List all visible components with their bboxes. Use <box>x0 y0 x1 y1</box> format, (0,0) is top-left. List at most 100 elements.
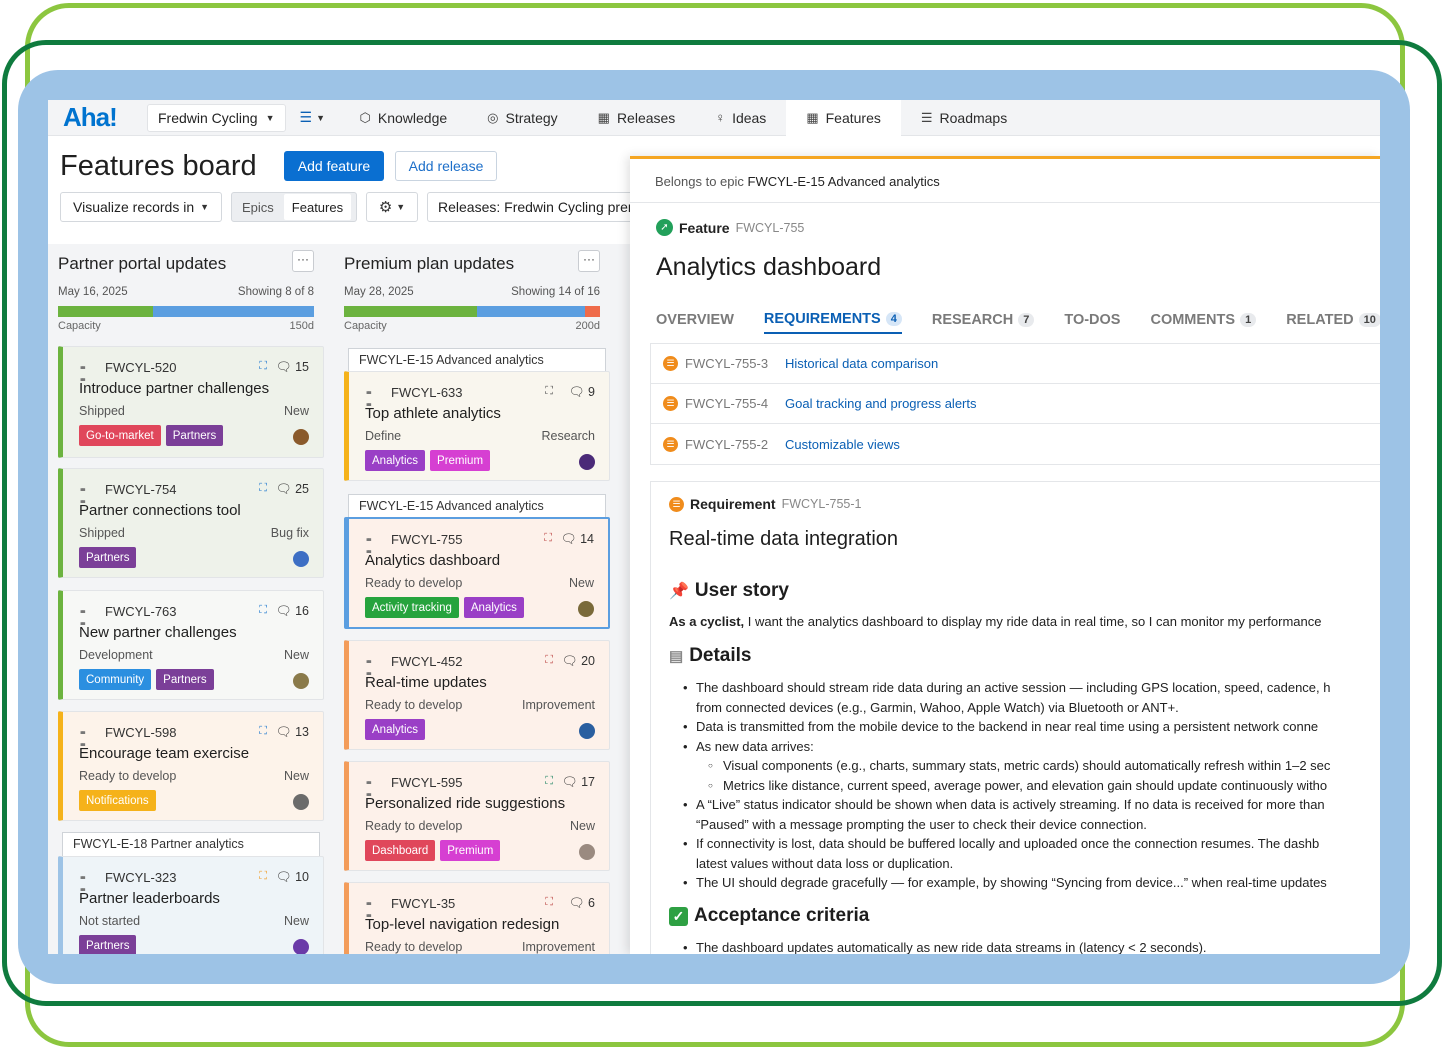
requirement-id: FWCYL-755-2 <box>685 436 769 452</box>
feature-card[interactable]: ▪▪ ▪▪ FWCYL-763 ⛶ 🗨 16 New partner challe… <box>58 590 324 700</box>
add-release-button[interactable]: Add release <box>395 151 497 181</box>
hierarchy-icon: ⛶ <box>259 725 267 737</box>
feature-name: Partner leaderboards <box>79 890 220 907</box>
requirement-row[interactable]: ☰ FWCYL-755-2 Customizable views <box>651 424 1380 464</box>
avatar[interactable] <box>579 723 595 739</box>
feature-status: Ready to develop <box>79 769 177 783</box>
nav-roadmaps[interactable]: ☰ Roadmaps <box>901 100 1027 136</box>
nav-ideas[interactable]: ♀ Ideas <box>695 100 786 136</box>
feature-type: Improvement <box>522 940 595 954</box>
tag[interactable]: Analytics <box>365 450 426 471</box>
feature-card[interactable]: ▪▪ ▪▪ FWCYL-323 ⛶ 🗨 10 Partner leaderboar… <box>58 856 324 954</box>
tag[interactable]: Activity tracking <box>365 597 459 618</box>
nav-label: Knowledge <box>377 109 448 126</box>
column-title[interactable]: Premium plan updates <box>344 254 514 274</box>
column-more-button[interactable]: ··· <box>292 250 314 272</box>
feature-status: Not started <box>79 914 141 928</box>
column-header: Partner portal updates ··· May 16, 2025 … <box>48 244 314 340</box>
nav-label: Strategy <box>505 109 558 126</box>
tag[interactable]: Community <box>79 669 152 690</box>
workspace-selector[interactable]: Fredwin Cycling ▼ <box>147 103 286 132</box>
chevron-down-icon: ▼ <box>265 112 275 123</box>
feature-card[interactable]: ▪▪ ▪▪ FWCYL-595 ⛶ 🗨 17 Personalized ride … <box>344 761 610 871</box>
avatar[interactable] <box>578 601 594 617</box>
hierarchy-icon: ⛶ <box>545 654 553 666</box>
avatar[interactable] <box>293 794 309 810</box>
feature-type: New <box>283 648 309 662</box>
feature-card[interactable]: ▪▪ ▪▪ FWCYL-598 ⛶ 🗨 13 Encourage team exe… <box>58 711 324 821</box>
breadcrumb-epic[interactable]: FWCYL-E-15 Advanced analytics <box>748 174 940 189</box>
column-more-button[interactable]: ··· <box>578 250 600 272</box>
list-item: from connected devices (e.g., Garmin, Wa… <box>696 699 1179 715</box>
feature-type: Bug fix <box>270 526 309 540</box>
feature-status: Define <box>365 429 402 443</box>
requirement-title[interactable]: Real-time data integration <box>669 528 898 551</box>
tag[interactable]: Analytics <box>365 719 426 740</box>
tag[interactable]: Premium <box>430 450 491 471</box>
requirement-row[interactable]: ☰ FWCYL-755-3 Historical data comparison <box>651 344 1380 384</box>
visualize-records-dropdown[interactable]: Visualize records in ▼ <box>60 192 222 222</box>
tag-list: Analytics <box>365 719 426 740</box>
strategy-icon: ◎ <box>487 109 499 125</box>
feature-card[interactable]: ▪▪ ▪▪ FWCYL-633 ⛶ 🗨 9 Top athlete analyti… <box>344 371 610 481</box>
nav-knowledge[interactable]: ⬡ Knowledge <box>340 100 468 136</box>
tag[interactable]: Go-to-market <box>79 425 161 446</box>
requirements-list: ☰ FWCYL-755-3 Historical data comparison… <box>650 343 1380 465</box>
comments-count: 🗨 25 <box>275 482 309 496</box>
feature-card[interactable]: ▪▪ ▪▪ FWCYL-754 ⛶ 🗨 25 Partner connection… <box>58 468 324 578</box>
capacity-value: 150d <box>289 320 314 332</box>
tab-comments[interactable]: COMMENTS 1 <box>1150 306 1257 334</box>
aha-logo[interactable]: Aha! <box>63 102 147 133</box>
feature-card[interactable]: ▪▪ ▪▪ FWCYL-452 ⛶ 🗨 20 Real-time updates … <box>344 640 610 750</box>
tab-todos[interactable]: TO-DOS <box>1064 306 1120 334</box>
avatar[interactable] <box>293 429 309 445</box>
releases-filter[interactable]: Releases: Fredwin Cycling premium <box>427 192 657 222</box>
settings-button[interactable]: ⚙ ▼ <box>366 192 418 222</box>
hierarchy-icon: ⛶ <box>259 870 267 882</box>
tag[interactable]: Premium <box>440 840 501 861</box>
tag[interactable]: Partners <box>156 669 214 690</box>
avatar[interactable] <box>293 939 309 954</box>
nav-strategy[interactable]: ◎ Strategy <box>467 100 577 136</box>
feature-id: FWCYL-755 <box>391 532 463 547</box>
nav-releases[interactable]: ▦ Releases <box>578 100 696 136</box>
tag[interactable]: Notifications <box>79 790 156 811</box>
tag[interactable]: Partners <box>79 547 137 568</box>
feature-card-selected[interactable]: ▪▪ ▪▪ FWCYL-755 ⛶ 🗨 14 Analytics dashboar… <box>344 517 610 629</box>
column-header: Premium plan updates ··· May 28, 2025 Sh… <box>334 244 600 340</box>
avatar[interactable] <box>579 454 595 470</box>
feature-card[interactable]: ▪▪ ▪▪ FWCYL-520 ⛶ 🗨 15 Introduce partner … <box>58 346 324 458</box>
column-title[interactable]: Partner portal updates <box>58 254 226 274</box>
feature-detail-panel: Belongs to epic FWCYL-E-15 Advanced anal… <box>630 156 1380 954</box>
tag[interactable]: Partners <box>165 425 224 446</box>
toggle-epics[interactable]: Epics <box>232 200 284 215</box>
feature-name: Introduce partner challenges <box>79 380 270 397</box>
epic-breadcrumb[interactable]: Belongs to epic FWCYL-E-15 Advanced anal… <box>655 174 940 189</box>
tag[interactable]: Dashboard <box>365 840 436 861</box>
nav-features[interactable]: ▦ Features <box>786 100 901 136</box>
feature-card[interactable]: ▪▪ ▪▪ FWCYL-35 ⛶ 🗨 6 Top-level navigation… <box>344 882 610 954</box>
tab-overview[interactable]: OVERVIEW <box>656 306 734 334</box>
add-feature-button[interactable]: Add feature <box>284 151 384 181</box>
capacity-bar <box>58 306 314 317</box>
feature-status: Shipped <box>79 404 125 418</box>
feature-title[interactable]: Analytics dashboard <box>656 253 881 282</box>
requirement-row[interactable]: ☰ FWCYL-755-4 Goal tracking and progress… <box>651 384 1380 424</box>
tag-list: Partners <box>79 935 137 954</box>
tag[interactable]: Partners <box>79 935 137 954</box>
epic-header[interactable]: FWCYL-E-15 Advanced analytics <box>348 494 606 518</box>
tab-requirements[interactable]: REQUIREMENTS 4 <box>763 306 902 334</box>
requirement-link[interactable]: Customizable views <box>785 437 900 452</box>
avatar[interactable] <box>293 551 309 567</box>
epic-header[interactable]: FWCYL-E-18 Partner analytics <box>62 832 320 856</box>
workspace-menu-button[interactable]: ☰ ▼ <box>300 109 340 126</box>
epic-header[interactable]: FWCYL-E-15 Advanced analytics <box>348 348 606 372</box>
avatar[interactable] <box>293 673 309 689</box>
avatar[interactable] <box>579 844 595 860</box>
tab-research[interactable]: RESEARCH 7 <box>932 306 1035 334</box>
tag[interactable]: Analytics <box>463 597 524 618</box>
tab-related[interactable]: RELATED 10 <box>1286 306 1380 334</box>
toggle-features[interactable]: Features <box>283 194 352 220</box>
requirement-link[interactable]: Historical data comparison <box>785 356 938 371</box>
requirement-link[interactable]: Goal tracking and progress alerts <box>785 396 976 411</box>
